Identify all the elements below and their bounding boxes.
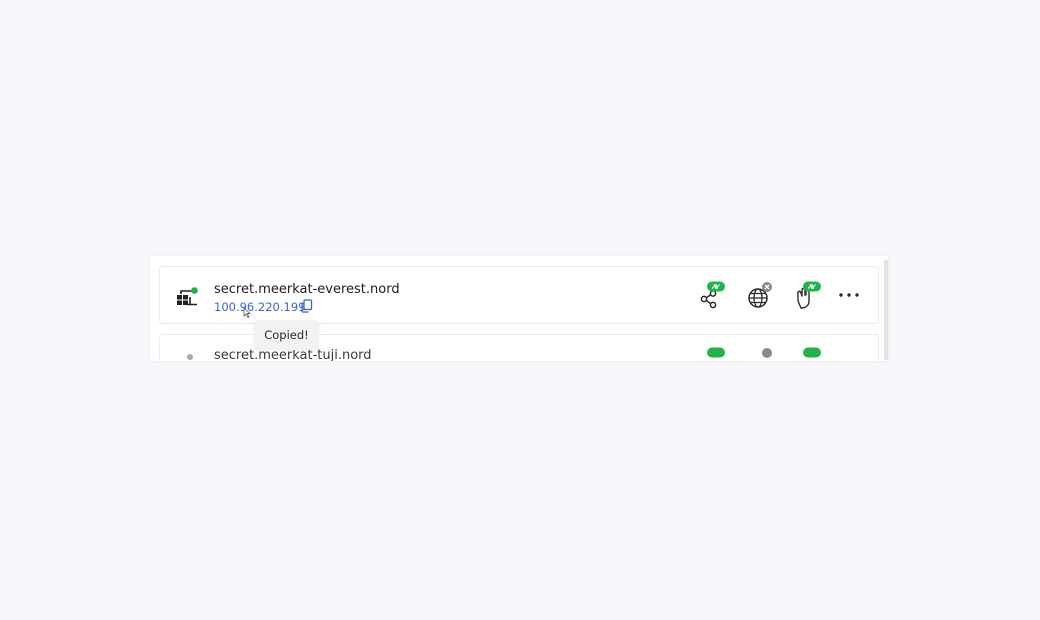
copied-tooltip: Copied! [254, 320, 319, 350]
more-horizontal-icon[interactable] [837, 283, 861, 307]
share-icon[interactable] [698, 281, 728, 311]
link-badge-icon[interactable] [698, 347, 728, 361]
copy-icon[interactable] [300, 299, 313, 313]
status-dot [191, 287, 198, 294]
device-row[interactable]: secret.meerkat-everest.nord 100.96.220.1… [159, 266, 879, 324]
device-grid-icon [177, 287, 198, 306]
hand-icon[interactable] [792, 281, 822, 311]
globe-icon[interactable] [745, 281, 775, 311]
device-ip-address[interactable]: 100.96.220.199 [214, 300, 305, 314]
disabled-badge-icon[interactable] [745, 347, 775, 361]
disabled-badge-icon [762, 282, 772, 292]
device-grid-icon [187, 354, 193, 360]
link-badge-icon [803, 281, 821, 292]
link-badge-icon[interactable] [792, 347, 822, 361]
device-hostname: secret.meerkat-everest.nord [214, 282, 400, 297]
mouse-cursor-icon [243, 307, 251, 318]
link-badge-icon [707, 281, 725, 292]
